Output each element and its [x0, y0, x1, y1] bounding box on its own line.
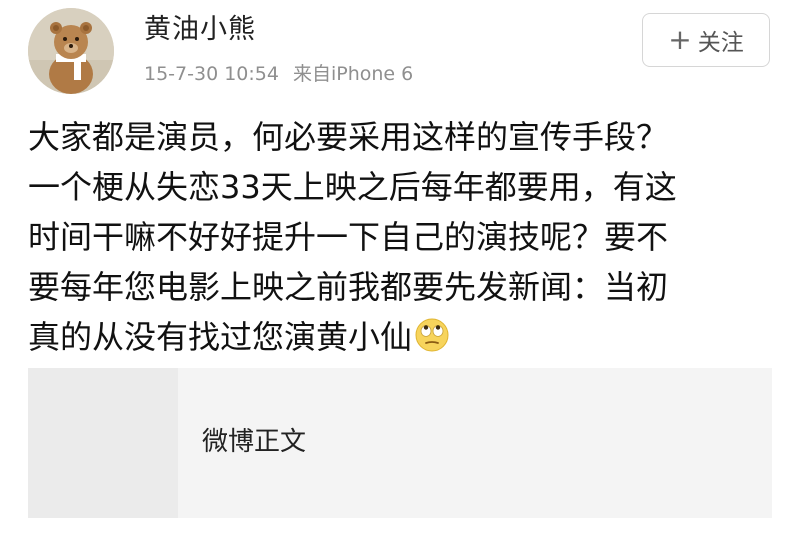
eye-roll-emoji-icon: [414, 317, 450, 353]
post-text-line: 真的从没有找过您演黄小仙: [28, 318, 413, 356]
post-text-line-last: 真的从没有找过您演黄小仙: [28, 312, 780, 362]
username[interactable]: 黄油小熊: [144, 12, 256, 48]
linked-card[interactable]: 微博正文: [28, 368, 772, 518]
follow-button-label: 关注: [697, 30, 744, 56]
post-text-line: 时间干嘛不好好提升一下自己的演技呢？要不: [28, 218, 669, 256]
weibo-post: 黄油小熊 15-7-30 10:54 来自iPhone 6 + 关注 大家都是演员…: [0, 0, 800, 539]
post-text-line: 大家都是演员，何必要采用这样的宣传手段？: [28, 118, 669, 156]
follow-button[interactable]: + 关注: [642, 13, 770, 67]
post-meta: 15-7-30 10:54 来自iPhone 6: [144, 60, 413, 88]
plus-icon: +: [668, 23, 692, 56]
card-thumbnail: [28, 368, 178, 518]
teddy-bear-avatar-icon[interactable]: [28, 8, 114, 94]
card-title: 微博正文: [202, 427, 307, 457]
post-text: 大家都是演员，何必要采用这样的宣传手段？ 一个梗从失恋33天上映之后每年都要用，…: [28, 112, 780, 362]
post-text-line: 要每年您电影上映之前我都要先发新闻：当初: [28, 268, 669, 306]
post-timestamp: 15-7-30 10:54: [144, 63, 279, 85]
post-source: 来自iPhone 6: [292, 63, 414, 85]
post-text-line: 一个梗从失恋33天上映之后每年都要用，有这: [28, 168, 677, 206]
